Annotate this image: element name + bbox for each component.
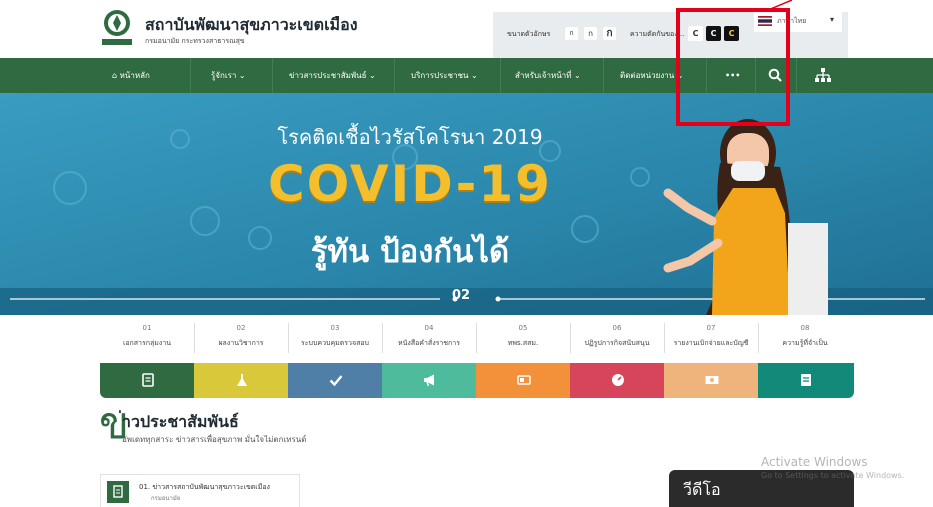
tile-knowledge[interactable] xyxy=(758,363,854,398)
nav-item-staff[interactable]: สำหรับเจ้าหน้าที่ ⌄ xyxy=(515,58,581,93)
tile-orders[interactable] xyxy=(382,363,477,398)
category-number: 07 xyxy=(706,324,716,332)
tile-research[interactable] xyxy=(194,363,289,398)
nav-item-about[interactable]: รู้จักเรา ⌄ xyxy=(211,58,246,93)
category-item[interactable]: 06 ปฏิรูปการกิจสนับสนุน xyxy=(570,315,664,359)
nav-divider xyxy=(190,58,191,93)
news-section-subtitle: อัพเดททุกสาระ ข่าวสารเพื่อสุขภาพ มั่นใจไ… xyxy=(122,435,307,444)
site-title[interactable]: สถาบันพัฒนาสุขภาวะเขตเมือง xyxy=(145,13,358,38)
font-size-medium-button[interactable]: ก xyxy=(584,27,597,40)
sitemap-icon[interactable] xyxy=(815,68,831,83)
category-number: 06 xyxy=(612,324,622,332)
category-label: ความรู้ที่จำเป็น xyxy=(782,339,828,347)
watermark-title: Activate Windows xyxy=(761,455,868,469)
category-label: รายงานเบิกจ่ายและบัญชี xyxy=(673,339,749,347)
tile-support[interactable] xyxy=(570,363,665,398)
home-icon: ⌂ xyxy=(112,71,118,80)
nav-item-home[interactable]: ⌂ หน้าหลัก xyxy=(112,58,150,93)
nav-divider xyxy=(394,58,395,93)
chevron-down-icon: ⌄ xyxy=(574,71,581,80)
nav-news-label: ข่าวสารประชาสัมพันธ์ xyxy=(289,71,367,80)
nav-divider xyxy=(272,58,273,93)
check-icon xyxy=(329,375,343,387)
document-icon xyxy=(142,373,154,387)
category-label: หนังสือคำสั่งราชการ xyxy=(398,339,460,347)
font-size-large-button[interactable]: ก xyxy=(603,27,616,40)
tile-audit[interactable] xyxy=(288,363,383,398)
category-number: 08 xyxy=(800,324,810,332)
nav-divider xyxy=(603,58,604,93)
site-header: สถาบันพัฒนาสุขภาวะเขตเมือง กรมอนามัย กระ… xyxy=(0,0,933,58)
nav-divider xyxy=(500,58,501,93)
hero-banner[interactable]: โรคติดเชื้อไวรัสโคโรนา 2019 COVID-19 รู้… xyxy=(0,93,933,315)
nav-staff-label: สำหรับเจ้าหน้าที่ xyxy=(515,71,572,80)
money-icon xyxy=(705,376,719,384)
category-item[interactable]: 08 ความรู้ที่จำเป็น xyxy=(758,315,852,359)
category-icon-strip xyxy=(100,363,854,398)
nav-item-news[interactable]: ข่าวสารประชาสัมพันธ์ ⌄ xyxy=(289,58,376,93)
category-item[interactable]: 04 หนังสือคำสั่งราชการ xyxy=(382,315,476,359)
category-item[interactable]: 01 เอกสารกลุ่มงาน xyxy=(100,315,194,359)
category-item[interactable]: 07 รายงานเบิกจ่ายและบัญชี xyxy=(664,315,758,359)
category-menu: 01 เอกสารกลุ่มงาน 02 ผลงานวิชาการ 03 ระบบคว… xyxy=(100,315,854,359)
watermark-subtitle: Go to Settings to activate Windows. xyxy=(761,471,905,480)
chevron-down-icon: ⌄ xyxy=(238,71,246,80)
category-label: ระบบควบคุมตรวจสอบ xyxy=(300,339,370,347)
megaphone-icon xyxy=(424,374,434,387)
nav-item-public-services[interactable]: บริการประชาชน ⌄ xyxy=(411,58,478,93)
news-section-title: ่าวประชาสัมพันธ์ xyxy=(122,412,239,431)
banner-covid-title: COVID-19 xyxy=(268,155,552,213)
chevron-down-icon: ⌄ xyxy=(369,71,376,80)
highlight-box xyxy=(676,8,790,126)
book-icon xyxy=(801,374,811,386)
main-nav: ⌂ หน้าหลัก รู้จักเรา ⌄ ข่าวสารประชาสัมพั… xyxy=(0,58,933,93)
category-label: ผลงานวิชาการ xyxy=(218,339,264,347)
category-label: ปฏิรูปการกิจสนับสนุน xyxy=(584,339,650,347)
category-item[interactable]: 03 ระบบควบคุมตรวจสอบ xyxy=(288,315,382,359)
category-item[interactable]: 02 ผลงานวิชาการ xyxy=(194,315,288,359)
document-icon xyxy=(107,481,129,503)
video-section-title: วีดีโอ xyxy=(683,480,721,499)
category-label: ทพs.สสม. xyxy=(507,339,539,347)
category-label: เอกสารกลุ่มงาน xyxy=(122,339,172,347)
site-subtitle: กรมอนามัย กระทรวงสาธารณสุข xyxy=(145,37,245,45)
nav-item-contact[interactable]: ติดต่อหน่วยงาน ⌄ xyxy=(620,58,683,93)
category-number: 04 xyxy=(424,324,434,332)
page: สถาบันพัฒนาสุขภาวะเขตเมือง กรมอนามัย กระ… xyxy=(0,0,933,507)
nav-divider xyxy=(796,58,797,93)
font-size-small-button[interactable]: ก xyxy=(565,27,578,40)
windows-activation-watermark: Activate Windows Go to Settings to activ… xyxy=(761,455,904,480)
caret-down-icon: ▾ xyxy=(829,15,834,24)
nav-public-services-label: บริการประชาชน xyxy=(411,71,469,80)
news-card-subtitle: กรมอนามัย xyxy=(151,495,181,502)
news-card-title: 01. ข่าวสารสถาบันพัฒนาสุขภาวะเขตเมือง xyxy=(139,483,270,491)
slide-number[interactable]: 02 xyxy=(452,288,470,303)
tile-news[interactable] xyxy=(476,363,571,398)
arrow-icon xyxy=(768,0,792,10)
chevron-down-icon: ⌄ xyxy=(471,71,478,80)
category-number: 03 xyxy=(330,324,340,332)
banner-tagline: รู้ทัน ป้องกันได้ xyxy=(310,234,510,270)
flask-icon xyxy=(237,374,247,386)
newspaper-icon xyxy=(517,375,531,385)
news-card[interactable]: 01. ข่าวสารสถาบันพัฒนาสุขภาวะเขตเมือง กร… xyxy=(100,474,300,507)
category-number: 02 xyxy=(236,324,246,332)
institute-logo-icon[interactable] xyxy=(100,8,134,48)
category-item[interactable]: 05 ทพs.สสม. xyxy=(476,315,570,359)
gauge-icon xyxy=(612,374,624,386)
category-number: 01 xyxy=(142,324,152,332)
nav-contact-label: ติดต่อหน่วยงาน xyxy=(620,71,675,80)
nav-home-label: หน้าหลัก xyxy=(119,71,150,80)
nav-about-label: รู้จักเรา xyxy=(211,71,237,80)
font-size-label: ขนาดตัวอักษร xyxy=(507,30,551,38)
tile-finance[interactable] xyxy=(664,363,759,398)
category-number: 05 xyxy=(518,324,528,332)
tile-documents[interactable] xyxy=(100,363,195,398)
